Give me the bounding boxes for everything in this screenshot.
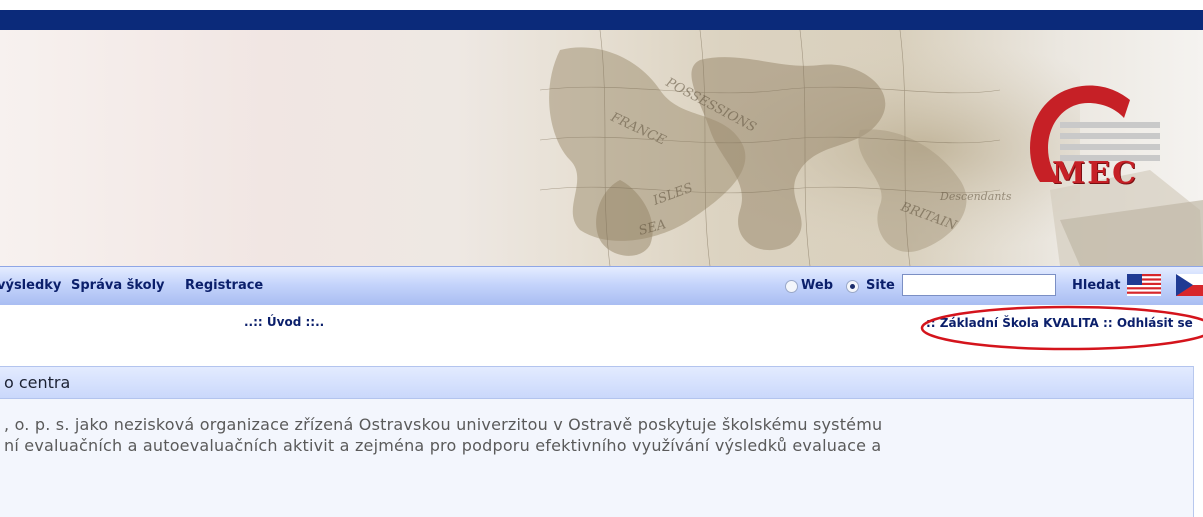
us-flag-icon[interactable] <box>1127 274 1161 296</box>
content-text: , o. p. s. jako nezisková organizace zří… <box>4 414 1187 456</box>
content-title: o centra <box>4 373 71 392</box>
main-navigation: výsledky Správa školy Registrace Web Sit… <box>0 266 1203 306</box>
cz-flag-icon[interactable] <box>1176 274 1203 296</box>
logo-text: MEC <box>1052 156 1138 191</box>
highlight-oval <box>920 305 1203 351</box>
mec-logo-icon <box>1030 85 1160 182</box>
nav-item-vysledky[interactable]: výsledky <box>0 278 61 293</box>
radio-site-label: Site <box>866 278 895 293</box>
breadcrumb: ..:: Úvod ::.. <box>244 315 325 329</box>
nav-item-registrace[interactable]: Registrace <box>185 278 263 293</box>
content-title-bar: o centra <box>0 366 1193 399</box>
radio-web-label: Web <box>801 278 833 293</box>
content-line-1: , o. p. s. jako nezisková organizace zří… <box>4 415 883 434</box>
radio-site[interactable] <box>846 280 859 293</box>
header-banner: POSSESSIONS FRANCE ISLES SEA BRITAIN Des… <box>0 30 1203 266</box>
svg-text:Descendants: Descendants <box>939 190 1012 203</box>
search-button[interactable]: Hledat <box>1072 278 1120 293</box>
top-bar <box>0 10 1203 30</box>
content-line-2: ní evaluačních a autoevaluačních aktivit… <box>4 436 882 455</box>
search-input[interactable] <box>902 274 1056 296</box>
nav-item-sprava-skoly[interactable]: Správa školy <box>71 278 165 293</box>
content-panel: o centra , o. p. s. jako nezisková organ… <box>0 366 1194 517</box>
radio-web[interactable] <box>785 280 798 293</box>
